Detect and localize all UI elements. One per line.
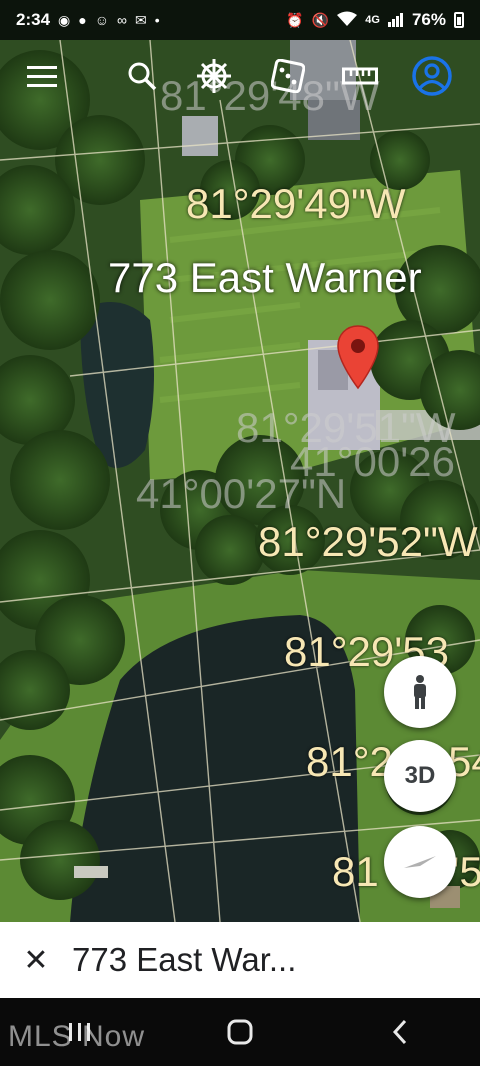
compass-icon — [404, 856, 436, 868]
place-card[interactable]: ✕ 773 East War... — [0, 922, 480, 998]
compass-button[interactable] — [384, 826, 456, 898]
messenger-icon: ◉ — [58, 12, 71, 28]
voicemail-icon: ∞ — [117, 12, 127, 28]
mute-icon: 🔇 — [311, 12, 330, 28]
battery-percent: 76% — [411, 10, 446, 29]
search-icon — [128, 62, 157, 91]
menu-icon — [27, 66, 57, 87]
close-icon: ✕ — [23, 943, 49, 977]
account-button[interactable] — [404, 48, 460, 104]
network-type: 4G — [365, 13, 380, 26]
wifi-icon — [337, 11, 358, 29]
mail-icon: ✉ — [135, 12, 147, 28]
coord-label-5: 81 — [332, 848, 379, 895]
coord-label-4: 81°2 — [306, 738, 393, 785]
random-feeling-lucky-button[interactable] — [260, 48, 316, 104]
mls-watermark: MLS Now — [8, 1020, 146, 1053]
menu-button[interactable] — [14, 48, 70, 104]
dice-icon — [271, 59, 305, 93]
place-card-title[interactable]: 773 East War... — [72, 941, 296, 979]
home-button[interactable] — [200, 1002, 280, 1062]
account-icon — [412, 56, 452, 96]
status-left: 2:34 ◉ ● ☺ ∞ ✉ • — [16, 10, 160, 30]
ghost-coord-4: 41°00'27"N — [136, 470, 347, 517]
measure-button[interactable] — [332, 48, 388, 104]
facebook-icon: ● — [78, 12, 87, 28]
notification-dot-icon: • — [154, 12, 160, 28]
place-label: 773 East Warner — [108, 254, 422, 301]
status-right: ⏰ 🔇 4G 76% — [286, 10, 464, 30]
alarm-icon: ⏰ — [286, 12, 304, 28]
home-icon — [227, 1019, 253, 1045]
coord-label-2: 81°29'52"W — [258, 518, 478, 565]
back-button[interactable] — [360, 1002, 440, 1062]
status-bar: 2:34 ◉ ● ☺ ∞ ✉ • ⏰ 🔇 4G 76% — [0, 0, 480, 40]
search-button[interactable] — [114, 48, 170, 104]
pegman-icon — [414, 675, 426, 709]
voyager-wheel-icon — [197, 59, 231, 93]
status-time: 2:34 — [16, 10, 51, 29]
back-chevron-icon — [392, 1019, 407, 1045]
toggle-3d-button[interactable]: 3D — [384, 740, 456, 812]
voyager-button[interactable] — [186, 48, 242, 104]
battery-icon — [454, 12, 464, 28]
coord-label-1: 81°29'49"W — [186, 180, 406, 227]
map-toolbar — [0, 40, 480, 116]
signal-icon — [387, 11, 404, 29]
close-button[interactable]: ✕ — [0, 922, 72, 998]
street-view-button[interactable] — [384, 656, 456, 728]
ruler-icon — [342, 67, 378, 85]
chat-icon: ☺ — [94, 12, 110, 28]
